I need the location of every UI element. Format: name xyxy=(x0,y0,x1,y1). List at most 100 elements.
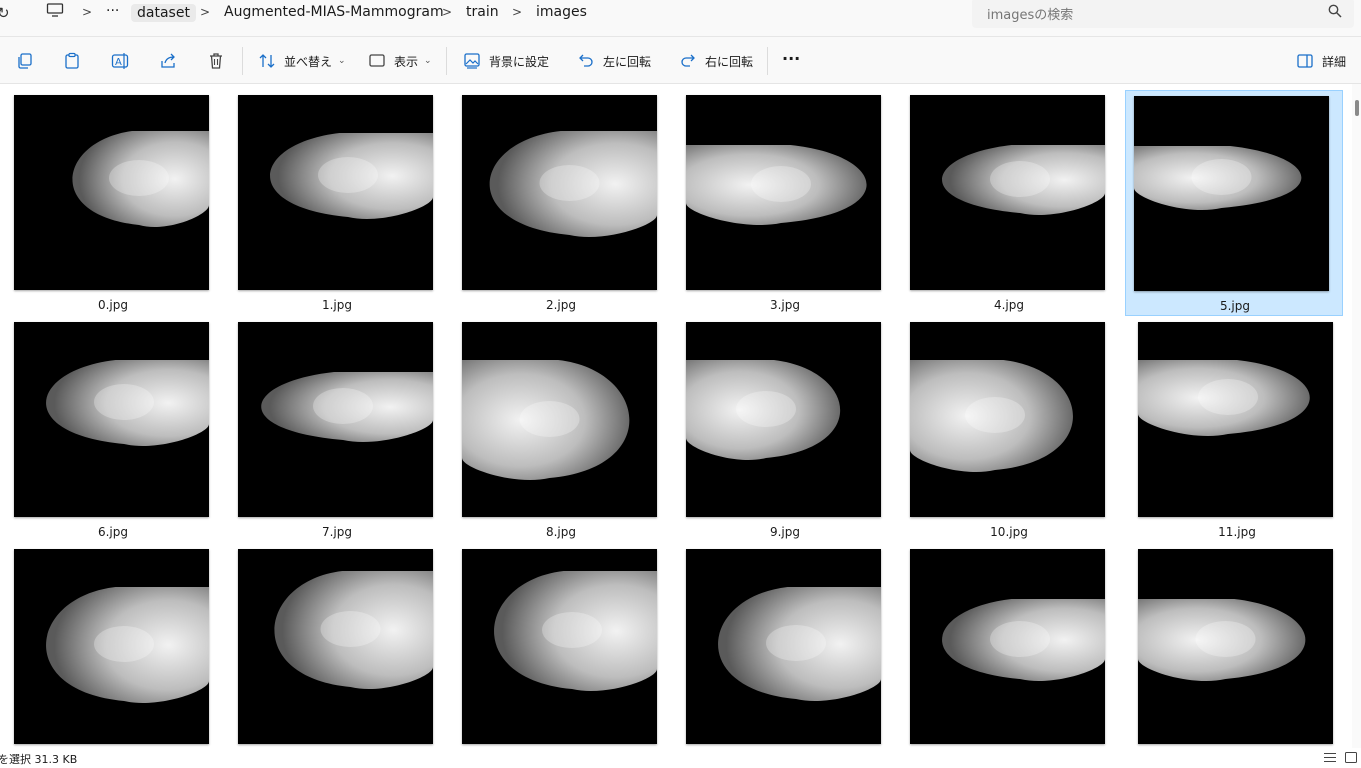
file-item[interactable] xyxy=(1124,538,1342,748)
delete-button[interactable] xyxy=(207,51,225,71)
share-icon xyxy=(161,53,175,68)
file-thumbnail[interactable] xyxy=(462,549,657,744)
command-bar: A 並べ替え ⌄ 表示 ⌄ 背景に設定 左に回転 右に回転 ··· 詳細 xyxy=(0,37,1361,84)
chevron-right-icon[interactable]: > xyxy=(512,5,522,19)
file-item[interactable] xyxy=(224,538,442,748)
thumbnail-image xyxy=(910,322,1105,517)
file-thumbnail[interactable] xyxy=(462,322,657,517)
file-name[interactable]: 9.jpg xyxy=(672,525,898,539)
file-name[interactable]: 0.jpg xyxy=(0,298,226,312)
file-item[interactable]: 11.jpg xyxy=(1124,311,1342,539)
breadcrumb-images[interactable]: images xyxy=(536,4,587,20)
details-button[interactable]: 詳細 xyxy=(1296,51,1346,71)
toolbar-separator xyxy=(446,47,447,75)
file-thumbnail[interactable] xyxy=(1134,96,1329,291)
paste-button[interactable] xyxy=(63,51,81,71)
file-item[interactable]: 5.jpg xyxy=(1125,90,1343,316)
thumbnail-image xyxy=(462,322,657,517)
breadcrumb-dataset[interactable]: dataset xyxy=(131,4,196,22)
breadcrumb-augmented-mias[interactable]: Augmented-MIAS-Mammogram xyxy=(224,4,444,20)
more-options-button[interactable]: ··· xyxy=(782,48,800,68)
view-icon xyxy=(369,54,385,67)
view-button[interactable]: 表示 ⌄ xyxy=(368,51,432,71)
details-pane-icon xyxy=(1297,54,1313,68)
file-item[interactable]: 7.jpg xyxy=(224,311,442,539)
rotate-right-button[interactable]: 右に回転 xyxy=(679,51,753,71)
thumbnail-image xyxy=(686,549,881,744)
file-item[interactable]: 6.jpg xyxy=(0,311,218,539)
file-name[interactable]: 3.jpg xyxy=(672,298,898,312)
file-item[interactable]: 2.jpg xyxy=(448,84,666,312)
file-item[interactable]: 9.jpg xyxy=(672,311,890,539)
file-thumbnail[interactable] xyxy=(686,95,881,290)
file-thumbnail[interactable] xyxy=(686,549,881,744)
copy-button[interactable] xyxy=(16,51,34,71)
file-item[interactable] xyxy=(896,538,1114,748)
file-thumbnail[interactable] xyxy=(238,549,433,744)
this-pc-icon[interactable] xyxy=(46,3,64,17)
toolbar-separator xyxy=(767,47,768,75)
file-name[interactable]: 7.jpg xyxy=(224,525,450,539)
set-background-button[interactable]: 背景に設定 xyxy=(463,51,549,71)
file-thumbnail[interactable] xyxy=(910,95,1105,290)
thumbnail-image xyxy=(462,549,657,744)
file-name[interactable]: 10.jpg xyxy=(896,525,1122,539)
chevron-down-icon: ⌄ xyxy=(338,56,346,66)
chevron-right-icon[interactable]: > xyxy=(82,5,92,19)
file-name[interactable]: 8.jpg xyxy=(448,525,674,539)
file-thumbnail[interactable] xyxy=(910,549,1105,744)
file-name[interactable]: 1.jpg xyxy=(224,298,450,312)
file-name[interactable]: 4.jpg xyxy=(896,298,1122,312)
thumbnail-image xyxy=(910,95,1105,290)
file-thumbnail[interactable] xyxy=(910,322,1105,517)
file-thumbnail[interactable] xyxy=(1138,322,1333,517)
file-item[interactable]: 0.jpg xyxy=(0,84,218,312)
file-item[interactable] xyxy=(0,538,218,748)
search-placeholder[interactable]: imagesの検索 xyxy=(987,4,1073,23)
file-thumbnail[interactable] xyxy=(462,95,657,290)
file-name[interactable]: 6.jpg xyxy=(0,525,226,539)
file-item[interactable]: 1.jpg xyxy=(224,84,442,312)
thumbnail-image xyxy=(1134,96,1329,291)
file-thumbnail[interactable] xyxy=(14,322,209,517)
chevron-right-icon[interactable]: > xyxy=(200,5,210,19)
file-thumbnail[interactable] xyxy=(14,549,209,744)
chevron-right-icon[interactable]: > xyxy=(442,5,452,19)
file-thumbnail[interactable] xyxy=(238,322,433,517)
details-view-icon[interactable] xyxy=(1324,752,1336,763)
thumbnail-image xyxy=(462,95,657,290)
scrollbar-thumb[interactable] xyxy=(1355,100,1359,116)
file-item[interactable]: 8.jpg xyxy=(448,311,666,539)
file-item[interactable]: 10.jpg xyxy=(896,311,1114,539)
file-thumbnail[interactable] xyxy=(14,95,209,290)
file-item[interactable]: 4.jpg xyxy=(896,84,1114,312)
rename-button[interactable]: A xyxy=(111,51,129,71)
toolbar-separator xyxy=(242,47,243,75)
rotate-right-icon xyxy=(681,54,695,67)
file-thumbnail[interactable] xyxy=(1138,549,1333,744)
share-button[interactable] xyxy=(159,51,177,71)
view-label: 表示 xyxy=(394,54,419,69)
file-name[interactable]: 2.jpg xyxy=(448,298,674,312)
file-name[interactable]: 11.jpg xyxy=(1124,525,1350,539)
file-grid: 0.jpg 1.jpg 2.jpg 3.jpg 4.jpg 5.jpg 6.jp… xyxy=(0,84,1352,748)
file-thumbnail[interactable] xyxy=(238,95,433,290)
search-icon[interactable] xyxy=(1328,4,1342,18)
breadcrumb-overflow[interactable]: ··· xyxy=(106,3,119,19)
vertical-scrollbar[interactable] xyxy=(1352,84,1361,748)
address-bar: ↻ > ··· dataset > Augmented-MIAS-Mammogr… xyxy=(0,0,1361,37)
breadcrumb-train[interactable]: train xyxy=(466,4,499,20)
sort-button[interactable]: 並べ替え ⌄ xyxy=(258,51,346,71)
refresh-icon[interactable]: ↻ xyxy=(0,4,10,22)
file-item[interactable] xyxy=(672,538,890,748)
set-background-label: 背景に設定 xyxy=(489,54,550,69)
svg-text:A: A xyxy=(115,57,122,68)
large-icons-view-icon[interactable] xyxy=(1345,752,1357,763)
file-thumbnail[interactable] xyxy=(686,322,881,517)
file-item[interactable] xyxy=(448,538,666,748)
thumbnail-image xyxy=(1138,549,1333,744)
rotate-left-button[interactable]: 左に回転 xyxy=(577,51,651,71)
file-item[interactable]: 3.jpg xyxy=(672,84,890,312)
search-box[interactable]: imagesの検索 xyxy=(972,0,1354,28)
thumbnail-image xyxy=(238,322,433,517)
